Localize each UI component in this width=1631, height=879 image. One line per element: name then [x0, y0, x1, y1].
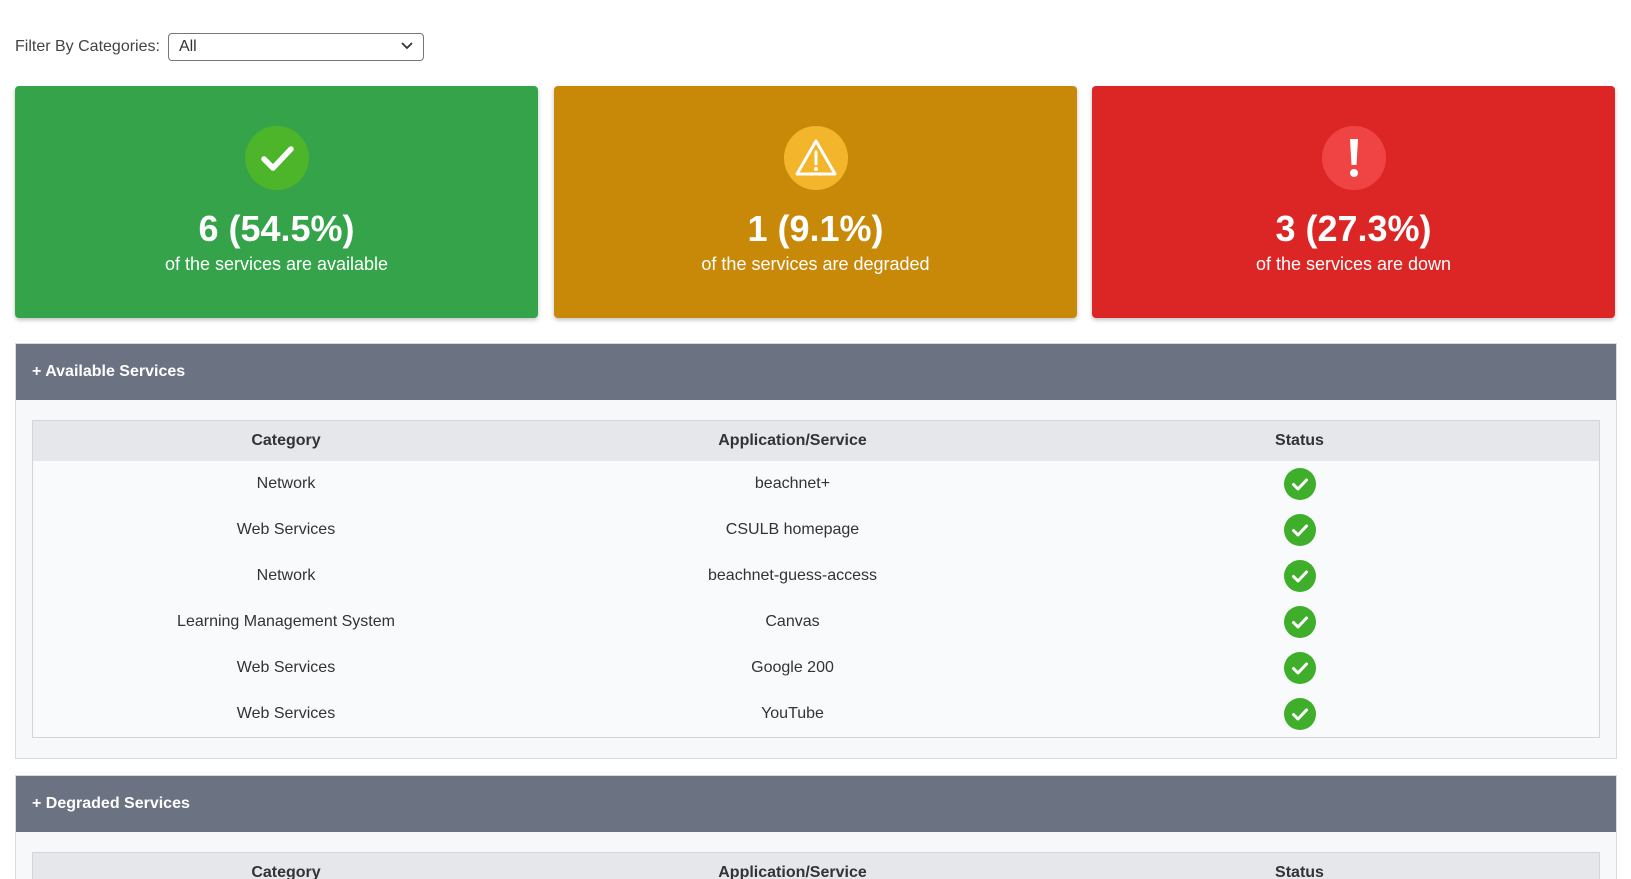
- column-header-status: Status: [1275, 864, 1324, 879]
- status-cell: [1046, 606, 1553, 638]
- row-service: Google 200: [751, 659, 834, 676]
- available-services-toggle[interactable]: + Available Services: [16, 344, 1616, 400]
- down-count: 3 (27.3%): [1275, 208, 1432, 249]
- table-row: Web Services Google 200: [33, 645, 1599, 691]
- table-header: Category Application/Service Status: [33, 853, 1599, 879]
- available-services-section: + Available Services Category Applicatio…: [15, 343, 1617, 759]
- status-available-icon: [1283, 468, 1316, 500]
- status-cell: [1046, 514, 1553, 546]
- chevron-down-icon: [401, 41, 413, 53]
- column-header-service: Application/Service: [718, 864, 867, 879]
- degraded-count: 1 (9.1%): [747, 208, 884, 249]
- row-category: Network: [256, 475, 316, 492]
- status-available-icon: [1283, 514, 1316, 546]
- check-icon: [244, 126, 309, 190]
- column-header-service: Application/Service: [718, 432, 867, 449]
- table-row: Learning Management System Canvas: [33, 599, 1599, 645]
- table-header: Category Application/Service Status: [33, 421, 1599, 461]
- row-service: Canvas: [765, 613, 820, 630]
- status-available-icon: [1283, 652, 1316, 684]
- available-summary-card: 6 (54.5%) of the services are available: [15, 86, 538, 318]
- degraded-caption: of the services are degraded: [701, 254, 930, 274]
- status-cell: [1046, 468, 1553, 500]
- exclamation-icon: [1321, 126, 1386, 190]
- available-caption: of the services are available: [164, 254, 389, 274]
- category-select-value: All: [178, 38, 197, 55]
- row-service: YouTube: [761, 705, 824, 722]
- warning-icon: [783, 126, 848, 190]
- row-category: Web Services: [236, 705, 336, 722]
- category-select[interactable]: All: [167, 33, 424, 61]
- table-row: Web Services YouTube: [33, 691, 1599, 737]
- status-available-icon: [1283, 560, 1316, 592]
- available-services-table: Category Application/Service Status Netw…: [32, 420, 1600, 738]
- row-service: beachnet-guess-access: [708, 567, 877, 584]
- status-available-icon: [1283, 606, 1316, 638]
- row-service: CSULB homepage: [725, 521, 860, 538]
- filter-label: Filter By Categories:: [15, 38, 160, 55]
- category-filter: Filter By Categories: All: [15, 33, 424, 61]
- degraded-services-toggle[interactable]: + Degraded Services: [16, 776, 1616, 832]
- row-category: Learning Management System: [177, 613, 395, 630]
- status-cell: [1046, 698, 1553, 730]
- status-page: Filter By Categories: All 6 (54.5%) of t…: [0, 0, 1631, 879]
- row-category: Network: [256, 567, 316, 584]
- degraded-services-section: + Degraded Services Category Application…: [15, 775, 1617, 879]
- table-row: Web Services CSULB homepage: [33, 507, 1599, 553]
- down-summary-card: 3 (27.3%) of the services are down: [1092, 86, 1615, 318]
- column-header-category: Category: [251, 864, 321, 879]
- status-available-icon: [1283, 698, 1316, 730]
- available-count: 6 (54.5%): [198, 208, 355, 249]
- degraded-summary-card: 1 (9.1%) of the services are degraded: [554, 86, 1077, 318]
- degraded-services-table: Category Application/Service Status: [32, 852, 1600, 879]
- row-category: Web Services: [236, 659, 336, 676]
- status-cell: [1046, 560, 1553, 592]
- down-caption: of the services are down: [1255, 254, 1452, 274]
- row-category: Web Services: [236, 521, 336, 538]
- column-header-category: Category: [251, 432, 321, 449]
- status-cell: [1046, 652, 1553, 684]
- table-row: Network beachnet+: [33, 461, 1599, 507]
- table-row: Network beachnet-guess-access: [33, 553, 1599, 599]
- row-service: beachnet+: [754, 475, 831, 492]
- column-header-status: Status: [1275, 432, 1324, 449]
